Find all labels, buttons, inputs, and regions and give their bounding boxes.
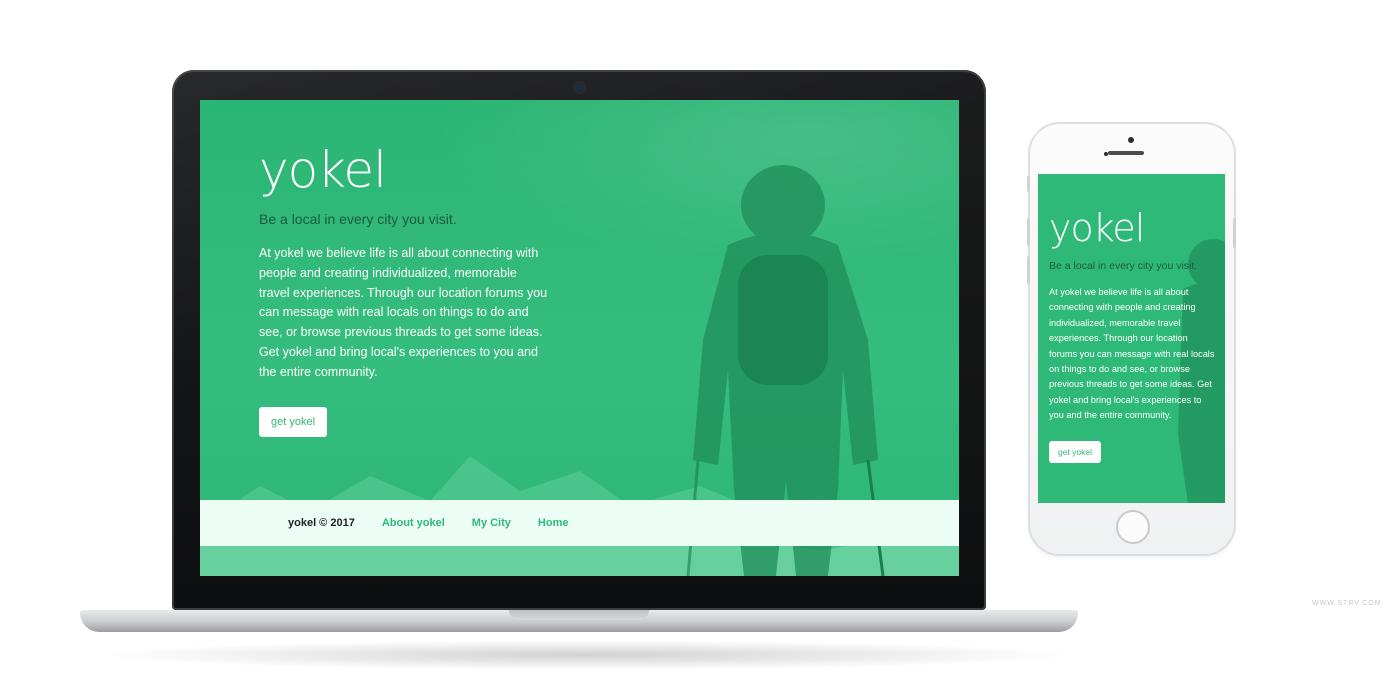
get-yokel-button[interactable]: get yokel <box>259 406 328 437</box>
phone-volume-up <box>1027 218 1030 246</box>
laptop-screen: yokel Be a local in every city you visit… <box>200 100 959 576</box>
footer-nav: yokel © 2017 About yokel My City Home <box>288 500 568 546</box>
watermark: WWW.STRV.COM <box>1312 600 1382 607</box>
tagline: Be a local in every city you visit. <box>259 211 457 227</box>
phone-volume-down <box>1027 256 1030 284</box>
laptop-camera <box>575 83 584 92</box>
phone-about-paragraph: At yokel we believe life is all about co… <box>1049 287 1215 421</box>
phone-get-yokel-button[interactable]: get yokel <box>1049 440 1102 463</box>
phone-screen: yokel Be a local in every city you visit… <box>1038 174 1225 503</box>
phone-camera <box>1128 137 1134 143</box>
footer: yokel © 2017 About yokel My City Home <box>200 500 959 546</box>
phone-power-button <box>1233 218 1236 248</box>
laptop-notch <box>509 610 649 620</box>
phone-tagline: Be a local in every city you visit. <box>1049 260 1198 272</box>
mockup-stage: yokel Be a local in every city you visit… <box>0 0 1400 700</box>
footer-link-my-city[interactable]: My City <box>472 517 511 529</box>
phone-mute-switch <box>1027 176 1030 192</box>
hero-content: yokel Be a local in every city you visit… <box>259 140 559 437</box>
about-paragraph: At yokel we believe life is all about co… <box>259 246 548 379</box>
footer-link-about[interactable]: About yokel <box>382 517 445 529</box>
phone-hero-content: yokel Be a local in every city you visit… <box>1049 204 1217 463</box>
phone-brand-logo: yokel <box>1049 206 1145 250</box>
laptop-shadow <box>95 640 1075 670</box>
phone-home-button <box>1116 510 1150 544</box>
brand-logo: yokel <box>259 141 387 199</box>
footer-copyright: yokel © 2017 <box>288 517 355 529</box>
footer-link-home[interactable]: Home <box>538 517 569 529</box>
phone-speaker <box>1108 151 1144 155</box>
